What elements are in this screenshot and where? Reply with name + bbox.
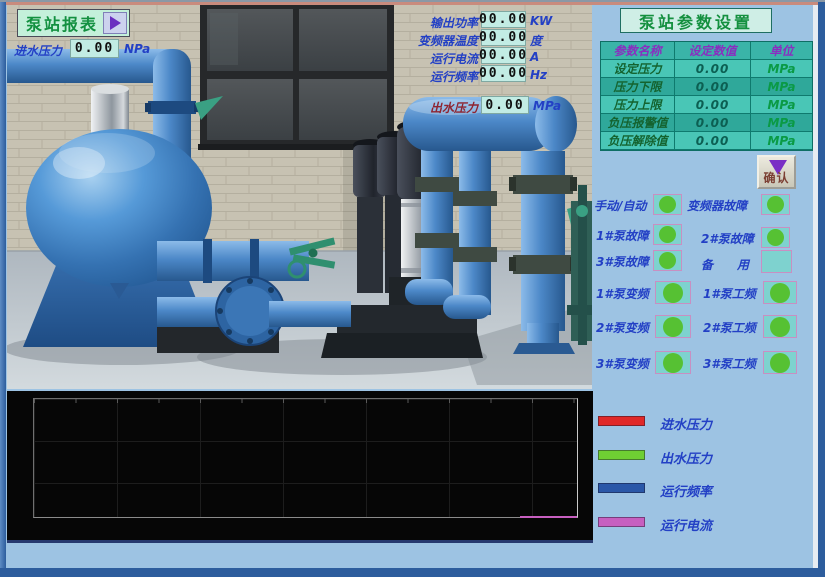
indicator-label-pump2-vfd: 2#泵变频 [596, 319, 649, 336]
lamp-dot [663, 353, 683, 373]
param-name: 压力下限 [601, 78, 675, 96]
frame-top-salmon-line [0, 2, 825, 5]
legend-label-run-frequency: 运行频率 [660, 481, 712, 500]
indicator-lamp-pump1-vfd [655, 281, 691, 304]
report-button[interactable]: 泵站报表 [17, 9, 130, 37]
run-current-value: 00.00 [481, 47, 526, 64]
param-name: 负压解除值 [601, 132, 675, 150]
indicator-lamp-manual-auto [653, 194, 682, 215]
lamp-dot [767, 229, 784, 246]
param-value-input[interactable]: 0.00 [675, 60, 751, 78]
settings-panel-title: 泵站参数设置 [620, 8, 772, 33]
indicator-label-spare: 备 用 [701, 256, 755, 273]
run-current-label: 运行电流 [408, 50, 478, 67]
param-unit: MPa [751, 60, 812, 78]
param-unit: MPa [751, 114, 812, 132]
lamp-dot [770, 353, 790, 373]
indicator-label-manual-auto: 手动/自动 [594, 197, 646, 214]
indicator-label-pump1-fault: 1#泵故障 [596, 227, 649, 244]
lamp-dot [659, 252, 676, 269]
play-icon-frame[interactable] [103, 12, 127, 34]
param-value-input[interactable]: 0.00 [675, 132, 751, 150]
param-name: 设定压力 [601, 60, 675, 78]
confirm-button-label: 确认 [759, 169, 794, 186]
frame-left-border [0, 2, 6, 577]
param-unit: MPa [751, 132, 812, 150]
output-power-label: 输出功率 [408, 14, 478, 31]
frame-bottom-border [0, 568, 825, 577]
trend-chart [7, 391, 593, 543]
indicator-lamp-spare [761, 250, 792, 273]
indicator-lamp-inverter-fault [761, 194, 790, 215]
indicator-label-pump3-vfd: 3#泵变频 [596, 355, 649, 372]
inlet-pressure-label: 进水压力 [14, 42, 62, 59]
col-header-unit: 单位 [751, 42, 812, 60]
param-value-input[interactable]: 0.00 [675, 96, 751, 114]
inverter-temp-value: 00.00 [481, 29, 526, 46]
col-header-value: 设定数值 [675, 42, 751, 60]
indicator-label-pump1-vfd: 1#泵变频 [596, 285, 649, 302]
lamp-dot [770, 283, 790, 303]
param-unit: MPa [751, 96, 812, 114]
param-name: 压力上限 [601, 96, 675, 114]
run-current-trace [520, 516, 577, 518]
col-header-name: 参数名称 [601, 42, 675, 60]
lamp-dot [770, 317, 790, 337]
outlet-pressure-value: 0.00 [481, 96, 529, 114]
legend-label-run-current: 运行电流 [660, 515, 712, 534]
indicator-lamp-pump2-fault [761, 227, 790, 248]
outlet-pressure-label: 出水压力 [408, 99, 478, 116]
output-power-unit: KW [530, 14, 552, 28]
indicator-label-pump1-mains: 1#泵工频 [703, 285, 756, 302]
legend-label-outlet-pressure: 出水压力 [660, 448, 712, 467]
plot-top-ticks [34, 399, 577, 403]
report-button-label: 泵站报表 [26, 11, 98, 35]
window [198, 5, 396, 150]
pipe-clamp [148, 101, 196, 114]
lamp-dot [663, 283, 683, 303]
run-frequency-value: 00.00 [481, 65, 526, 82]
indicator-lamp-pump2-mains [763, 315, 797, 338]
legend-swatch-run-current [598, 517, 645, 527]
pump-station-hmi-screen: 泵站报表 进水压力 0.00 NPa 输出功率 00.00 KW 变频器温度 0… [0, 0, 825, 577]
parameter-table: 参数名称 设定数值 单位 设定压力 0.00 MPa 压力下限 0.00 MPa… [600, 41, 813, 151]
indicator-lamp-pump3-fault [653, 250, 682, 271]
indicator-lamp-pump3-mains [763, 351, 797, 374]
param-value-input[interactable]: 0.00 [675, 114, 751, 132]
lamp-dot [767, 196, 784, 213]
inverter-temp-unit: 度 [530, 32, 542, 49]
inlet-pressure-unit: NPa [124, 42, 150, 56]
indicator-label-inverter-fault: 变频器故障 [687, 197, 747, 214]
legend-swatch-inlet-pressure [598, 416, 645, 426]
legend-swatch-outlet-pressure [598, 450, 645, 460]
indicator-label-pump2-mains: 2#泵工频 [703, 319, 756, 336]
indicator-label-pump2-fault: 2#泵故障 [701, 230, 754, 247]
indicator-lamp-pump3-vfd [655, 351, 691, 374]
param-name: 负压报警值 [601, 114, 675, 132]
frame-right-border [818, 2, 825, 577]
trend-plot-area [33, 398, 578, 518]
indicator-label-pump3-mains: 3#泵工频 [703, 355, 756, 372]
play-icon [110, 16, 121, 30]
indicator-lamp-pump1-mains [763, 281, 797, 304]
inverter-temp-label: 变频器温度 [395, 32, 478, 49]
indicator-lamp-pump1-fault [653, 224, 682, 245]
output-power-value: 00.00 [481, 11, 526, 28]
inlet-pressure-value: 0.00 [70, 39, 119, 58]
legend-label-inlet-pressure: 进水压力 [660, 414, 712, 433]
outlet-pressure-unit: MPa [533, 99, 561, 113]
param-unit: MPa [751, 78, 812, 96]
lamp-dot [659, 196, 676, 213]
param-value-input[interactable]: 0.00 [675, 78, 751, 96]
legend-swatch-run-frequency [598, 483, 645, 493]
lamp-dot [663, 317, 683, 337]
run-frequency-unit: Hz [530, 68, 547, 82]
lamp-dot [659, 226, 676, 243]
run-frequency-label: 运行频率 [408, 68, 478, 85]
indicator-label-pump3-fault: 3#泵故障 [596, 253, 649, 270]
run-current-unit: A [530, 50, 539, 64]
confirm-button[interactable]: 确认 [757, 155, 796, 189]
indicator-lamp-pump2-vfd [655, 315, 691, 338]
